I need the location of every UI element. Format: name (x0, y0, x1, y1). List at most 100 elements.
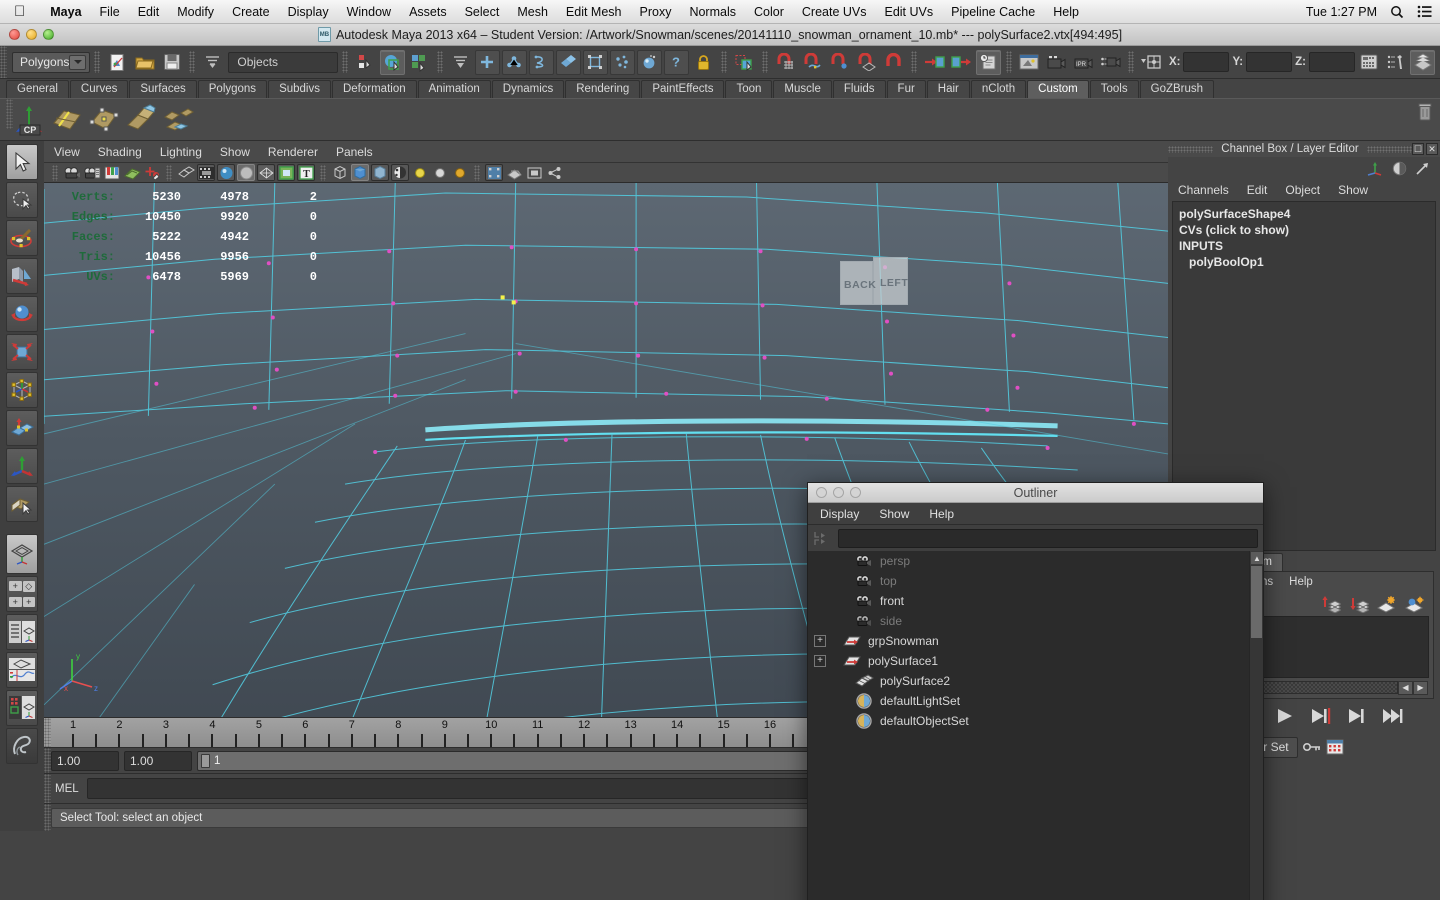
toggle-text-icon[interactable]: T (297, 164, 315, 181)
hardware-texturing-icon[interactable] (197, 164, 215, 181)
next-key-button[interactable] (1346, 708, 1368, 724)
go-to-end-button[interactable] (1381, 708, 1405, 724)
outliner-window[interactable]: Outliner Display Show Help persp top fro… (807, 482, 1264, 900)
x-input[interactable] (1183, 52, 1230, 72)
menu-set-selector[interactable]: Polygons (12, 51, 91, 73)
shelf-grip[interactable] (6, 99, 13, 129)
create-layer-from-selected-icon[interactable] (1405, 596, 1425, 613)
single-pane-layout-button[interactable] (6, 534, 38, 574)
outliner-scrollbar[interactable]: ▲ ▼ (1249, 551, 1263, 900)
film-gate-icon[interactable] (525, 164, 543, 181)
mask-handles-button[interactable] (474, 49, 500, 75)
soft-modification-tool-button[interactable] (6, 410, 38, 446)
panel-grip-left[interactable] (1168, 145, 1214, 153)
snap-to-grid-button[interactable] (773, 50, 798, 75)
scroll-left-arrow-icon[interactable]: ◀ (1398, 680, 1413, 695)
shelf-tab-fluids[interactable]: Fluids (832, 80, 886, 98)
menu-create[interactable]: Create (223, 5, 279, 19)
outliner-item-defaultobjectset[interactable]: defaultObjectSet (808, 711, 1263, 731)
mask-misc-button[interactable]: ? (663, 49, 689, 75)
snap-to-live-object-button[interactable] (881, 50, 906, 75)
key-icon[interactable] (1302, 740, 1321, 754)
menu-proxy[interactable]: Proxy (631, 5, 681, 19)
command-line-grip[interactable] (44, 774, 51, 803)
shade-objects-icon[interactable] (351, 164, 369, 181)
shadows-icon[interactable] (391, 164, 409, 181)
shelf-tab-subdivs[interactable]: Subdivs (268, 80, 331, 98)
shelf-tab-tools[interactable]: Tools (1089, 80, 1139, 98)
quick-selection-field[interactable]: Objects (228, 51, 338, 73)
outliner-search-input[interactable] (838, 528, 1258, 548)
hypershade-persp-layout-button[interactable] (6, 690, 38, 726)
menu-pipeline-cache[interactable]: Pipeline Cache (942, 5, 1044, 19)
wireframe-shading-icon[interactable] (177, 164, 195, 181)
list-icon[interactable] (1417, 5, 1432, 18)
play-button[interactable] (1274, 708, 1296, 724)
channel-box-input-polyboolop1[interactable]: polyBoolOp1 (1179, 254, 1429, 270)
menu-display[interactable]: Display (279, 5, 338, 19)
wireframe-on-shaded-icon[interactable] (257, 164, 275, 181)
animation-preferences-icon[interactable] (1326, 739, 1344, 755)
current-time-field[interactable]: 1.00 (51, 750, 119, 771)
layer-down-icon[interactable] (1349, 596, 1369, 613)
channel-box-menu-channels[interactable]: Channels (1178, 183, 1229, 197)
image-plane-icon[interactable] (123, 164, 141, 181)
select-by-hierarchy-button[interactable] (353, 50, 378, 75)
menu-window[interactable]: Window (338, 5, 400, 19)
close-window-icon[interactable]: ✕ (1426, 143, 1439, 155)
scale-tool-button[interactable] (6, 334, 38, 370)
select-by-render-layer-button[interactable] (732, 50, 757, 75)
select-camera-icon[interactable] (63, 164, 81, 181)
shelf-tab-general[interactable]: General (6, 80, 69, 98)
viewport-menu-show[interactable]: Show (220, 145, 250, 159)
menu-assets[interactable]: Assets (400, 5, 456, 19)
shelf-tab-animation[interactable]: Animation (417, 80, 491, 98)
mask-surfaces-button[interactable] (555, 49, 581, 75)
mask-dynamics-button[interactable] (609, 49, 635, 75)
menu-file[interactable]: File (91, 5, 129, 19)
axis-toggle-icon[interactable] (1367, 161, 1384, 176)
viewport-menu-lighting[interactable]: Lighting (160, 145, 202, 159)
shelf-tab-hair[interactable]: Hair (926, 80, 970, 98)
shelf-trash-icon[interactable] (1418, 102, 1432, 127)
chevron-down-icon[interactable] (69, 54, 87, 70)
expand-collapse-icon[interactable] (813, 529, 833, 548)
outliner-item-grpsnowman[interactable]: + grpSnowman (808, 631, 1263, 651)
outliner-tree[interactable]: persp top front side + grpSnowman + poly… (808, 551, 1263, 900)
menu-select[interactable]: Select (456, 5, 509, 19)
create-layer-icon[interactable] (1377, 595, 1397, 613)
move-tool-button[interactable] (6, 258, 38, 294)
outliner-item-defaultlightset[interactable]: defaultLightSet (808, 691, 1263, 711)
help-line-grip[interactable] (44, 804, 51, 831)
construction-history-button[interactable] (975, 49, 1001, 75)
render-globals-button[interactable] (1098, 50, 1123, 75)
render-settings-button[interactable]: IPR (1071, 50, 1096, 75)
outliner-item-front[interactable]: front (808, 591, 1263, 611)
flat-shade-icon[interactable] (237, 164, 255, 181)
shelf-tab-gozbrush[interactable]: GoZBrush (1139, 80, 1215, 98)
texture-borders-icon[interactable] (277, 164, 295, 181)
outliner-item-side[interactable]: side (808, 611, 1263, 631)
smooth-shade-all-icon[interactable] (217, 164, 235, 181)
outliner-item-top[interactable]: top (808, 571, 1263, 591)
range-slider-grip[interactable] (44, 748, 51, 773)
save-scene-button[interactable] (159, 50, 184, 75)
lock-selection-button[interactable] (691, 50, 716, 75)
shelf-tab-curves[interactable]: Curves (69, 80, 129, 98)
four-pane-layout-button[interactable]: + ◇ + + (6, 576, 38, 612)
new-scene-button[interactable] (105, 50, 130, 75)
outliner-item-polysurface1[interactable]: + polySurface1 (808, 651, 1263, 671)
snap-to-point-button[interactable] (827, 50, 852, 75)
search-icon[interactable] (1390, 5, 1404, 19)
status-line-grip[interactable] (0, 46, 7, 78)
shelf-tab-dynamics[interactable]: Dynamics (491, 80, 565, 98)
share-viewport-icon[interactable] (545, 164, 563, 181)
paint-effects-layout-button[interactable] (6, 728, 38, 764)
input-connections-button[interactable] (922, 50, 947, 75)
snap-to-view-plane-button[interactable] (854, 50, 879, 75)
scroll-right-arrow-icon[interactable]: ▶ (1413, 680, 1428, 695)
shelf-tab-custom[interactable]: Custom (1027, 80, 1089, 98)
outliner-menu-show[interactable]: Show (879, 507, 909, 521)
open-scene-button[interactable] (132, 50, 157, 75)
viewport-menu-shading[interactable]: Shading (98, 145, 142, 159)
